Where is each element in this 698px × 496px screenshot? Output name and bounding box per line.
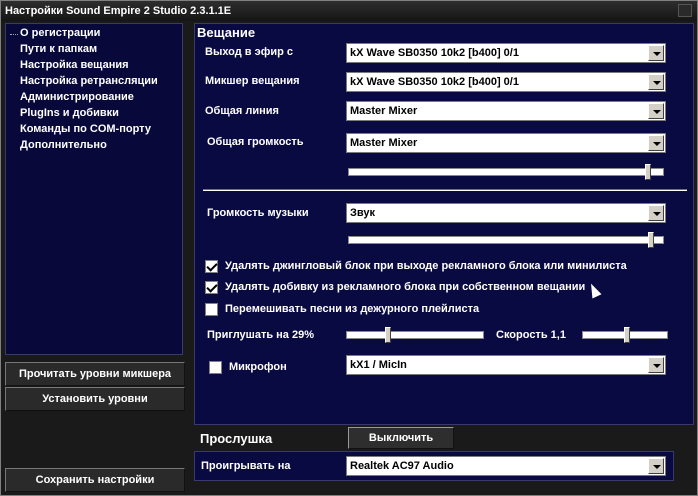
mixer-value: kX Wave SB0350 10k2 [b400] 0/1 xyxy=(350,76,519,88)
nav-item-com-port[interactable]: Команды по COM-порту xyxy=(20,122,151,136)
nav-item-broadcast[interactable]: Настройка вещания xyxy=(20,58,129,72)
read-levels-button[interactable]: Прочитать уровни микшера xyxy=(5,362,185,386)
volume-slider-thumb[interactable] xyxy=(645,164,651,180)
speed-slider-thumb[interactable] xyxy=(624,327,630,343)
music-slider[interactable] xyxy=(348,232,664,248)
nav-item-registration[interactable]: О регистрации xyxy=(20,26,100,40)
play-label: Проигрывать на xyxy=(201,460,291,472)
mute-slider-thumb[interactable] xyxy=(385,327,391,343)
broadcast-title: Вещание xyxy=(197,25,256,40)
broadcast-panel: Вещание Выход в эфир с kX Wave SB0350 10… xyxy=(194,23,694,425)
chevron-down-icon[interactable] xyxy=(648,74,664,90)
mute-slider[interactable] xyxy=(346,327,484,343)
tree-line xyxy=(10,34,18,35)
music-slider-thumb[interactable] xyxy=(648,232,654,248)
output-select[interactable]: kX Wave SB0350 10k2 [b400] 0/1 xyxy=(346,43,666,63)
chevron-down-icon[interactable] xyxy=(648,135,664,151)
nav-tree: О регистрации Пути к папкам Настройка ве… xyxy=(5,23,183,355)
mixer-select[interactable]: kX Wave SB0350 10k2 [b400] 0/1 xyxy=(346,72,666,92)
nav-item-paths[interactable]: Пути к папкам xyxy=(20,42,97,56)
chevron-down-icon[interactable] xyxy=(648,45,664,61)
volume-select[interactable]: Master Mixer xyxy=(346,133,666,153)
chevron-down-icon[interactable] xyxy=(648,103,664,119)
play-device-value: Realtek AC97 Audio xyxy=(350,460,454,472)
chevron-down-icon[interactable] xyxy=(648,458,664,474)
nav-item-relay[interactable]: Настройка ретрансляции xyxy=(20,74,158,88)
remove-filler-checkbox[interactable] xyxy=(205,281,218,294)
settings-window: Настройки Sound Empire 2 Studio 2.3.1.1E… xyxy=(0,0,698,496)
shuffle-checkbox[interactable] xyxy=(205,303,218,316)
chevron-down-icon[interactable] xyxy=(648,357,664,373)
remove-filler-label: Удалять добивку из рекламного блока при … xyxy=(225,281,586,293)
window-title: Настройки Sound Empire 2 Studio 2.3.1.1E xyxy=(5,5,232,17)
mic-label: Микрофон xyxy=(229,361,287,373)
shuffle-label: Перемешивать песни из дежурного плейлист… xyxy=(225,303,480,315)
line-label: Общая линия xyxy=(205,105,279,117)
play-device-select[interactable]: Realtek AC97 Audio xyxy=(346,456,666,476)
output-label: Выход в эфир с xyxy=(205,46,293,58)
line-select[interactable]: Master Mixer xyxy=(346,101,666,121)
monitor-off-button[interactable]: Выключить xyxy=(348,427,454,449)
line-value: Master Mixer xyxy=(350,105,418,117)
save-settings-button[interactable]: Сохранить настройки xyxy=(5,468,185,492)
music-label: Громкость музыки xyxy=(207,207,309,219)
remove-jingle-label: Удалять джингловый блок при выходе рекла… xyxy=(225,260,627,272)
chevron-down-icon[interactable] xyxy=(648,205,664,221)
mute-label: Приглушать на 29% xyxy=(207,329,314,341)
set-levels-button[interactable]: Установить уровни xyxy=(5,387,185,411)
title-bar: Настройки Sound Empire 2 Studio 2.3.1.1E xyxy=(1,1,697,21)
monitor-panel: Проигрывать на Realtek AC97 Audio xyxy=(194,451,674,481)
volume-label: Общая громкость xyxy=(207,136,304,148)
nav-item-plugins[interactable]: PlugIns и добивки xyxy=(20,106,119,120)
speed-label: Скорость 1,1 xyxy=(496,329,566,341)
output-value: kX Wave SB0350 10k2 [b400] 0/1 xyxy=(350,47,519,59)
nav-item-admin[interactable]: Администрирование xyxy=(20,90,134,104)
mixer-label: Микшер вещания xyxy=(205,75,300,87)
mic-checkbox[interactable] xyxy=(209,361,222,374)
separator xyxy=(203,189,687,191)
volume-slider[interactable] xyxy=(348,164,664,180)
speed-slider[interactable] xyxy=(582,327,668,343)
volume-value: Master Mixer xyxy=(350,137,418,149)
music-value: Звук xyxy=(350,207,376,219)
mic-value: kX1 / MicIn xyxy=(350,359,407,371)
close-icon[interactable] xyxy=(678,4,692,17)
mic-select[interactable]: kX1 / MicIn xyxy=(346,355,666,375)
monitor-title: Прослушка xyxy=(200,431,273,446)
nav-item-advanced[interactable]: Дополнительно xyxy=(20,138,107,152)
remove-jingle-checkbox[interactable] xyxy=(205,260,218,273)
music-select[interactable]: Звук xyxy=(346,203,666,223)
